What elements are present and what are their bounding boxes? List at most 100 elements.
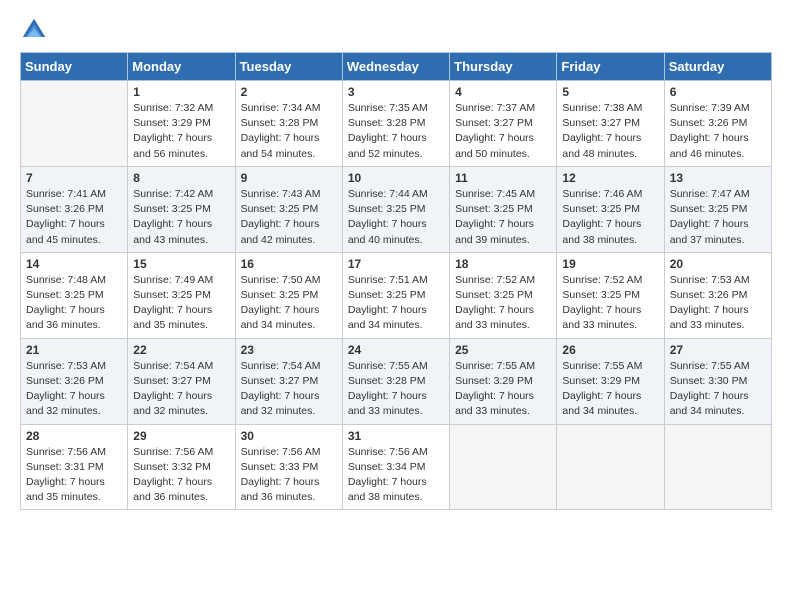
weekday-header: Saturday bbox=[664, 53, 771, 81]
cell-line: Daylight: 7 hours bbox=[562, 131, 658, 146]
day-number: 10 bbox=[348, 171, 444, 185]
cell-line: Sunset: 3:25 PM bbox=[348, 288, 444, 303]
cell-line: and 50 minutes. bbox=[455, 147, 551, 162]
calendar-cell: 7Sunrise: 7:41 AMSunset: 3:26 PMDaylight… bbox=[21, 166, 128, 252]
cell-line: Sunrise: 7:55 AM bbox=[455, 359, 551, 374]
calendar-cell bbox=[450, 424, 557, 510]
cell-line: and 52 minutes. bbox=[348, 147, 444, 162]
cell-line: Daylight: 7 hours bbox=[348, 389, 444, 404]
calendar-cell: 1Sunrise: 7:32 AMSunset: 3:29 PMDaylight… bbox=[128, 81, 235, 167]
cell-line: Sunset: 3:27 PM bbox=[133, 374, 229, 389]
cell-line: Daylight: 7 hours bbox=[348, 475, 444, 490]
cell-line: Sunrise: 7:56 AM bbox=[26, 445, 122, 460]
cell-line: and 36 minutes. bbox=[241, 490, 337, 505]
cell-line: Daylight: 7 hours bbox=[241, 131, 337, 146]
cell-line: and 48 minutes. bbox=[562, 147, 658, 162]
cell-line: Daylight: 7 hours bbox=[670, 389, 766, 404]
cell-line: Sunset: 3:25 PM bbox=[26, 288, 122, 303]
day-number: 13 bbox=[670, 171, 766, 185]
day-number: 12 bbox=[562, 171, 658, 185]
day-number: 9 bbox=[241, 171, 337, 185]
day-number: 23 bbox=[241, 343, 337, 357]
cell-line: and 35 minutes. bbox=[26, 490, 122, 505]
cell-line: Sunrise: 7:35 AM bbox=[348, 101, 444, 116]
cell-line: and 43 minutes. bbox=[133, 233, 229, 248]
day-number: 11 bbox=[455, 171, 551, 185]
calendar-cell: 29Sunrise: 7:56 AMSunset: 3:32 PMDayligh… bbox=[128, 424, 235, 510]
calendar-cell: 4Sunrise: 7:37 AMSunset: 3:27 PMDaylight… bbox=[450, 81, 557, 167]
calendar-cell: 12Sunrise: 7:46 AMSunset: 3:25 PMDayligh… bbox=[557, 166, 664, 252]
calendar-cell: 24Sunrise: 7:55 AMSunset: 3:28 PMDayligh… bbox=[342, 338, 449, 424]
day-number: 24 bbox=[348, 343, 444, 357]
day-number: 16 bbox=[241, 257, 337, 271]
cell-line: Daylight: 7 hours bbox=[455, 131, 551, 146]
calendar-cell bbox=[557, 424, 664, 510]
cell-line: Sunrise: 7:56 AM bbox=[241, 445, 337, 460]
cell-line: and 32 minutes. bbox=[241, 404, 337, 419]
calendar-cell bbox=[664, 424, 771, 510]
weekday-header: Friday bbox=[557, 53, 664, 81]
cell-line: Sunset: 3:25 PM bbox=[455, 288, 551, 303]
day-number: 26 bbox=[562, 343, 658, 357]
cell-line: Daylight: 7 hours bbox=[455, 303, 551, 318]
day-number: 20 bbox=[670, 257, 766, 271]
cell-line: Sunset: 3:27 PM bbox=[455, 116, 551, 131]
logo bbox=[20, 16, 52, 44]
cell-line: Sunrise: 7:41 AM bbox=[26, 187, 122, 202]
cell-line: Sunrise: 7:34 AM bbox=[241, 101, 337, 116]
cell-line: and 39 minutes. bbox=[455, 233, 551, 248]
cell-line: and 34 minutes. bbox=[562, 404, 658, 419]
cell-line: Sunset: 3:29 PM bbox=[133, 116, 229, 131]
cell-line: Sunrise: 7:49 AM bbox=[133, 273, 229, 288]
cell-line: Sunset: 3:28 PM bbox=[241, 116, 337, 131]
cell-line: Sunrise: 7:55 AM bbox=[348, 359, 444, 374]
cell-line: Sunrise: 7:52 AM bbox=[455, 273, 551, 288]
cell-line: Sunset: 3:26 PM bbox=[26, 374, 122, 389]
cell-line: Daylight: 7 hours bbox=[670, 303, 766, 318]
day-number: 31 bbox=[348, 429, 444, 443]
calendar-cell: 17Sunrise: 7:51 AMSunset: 3:25 PMDayligh… bbox=[342, 252, 449, 338]
cell-line: and 56 minutes. bbox=[133, 147, 229, 162]
cell-line: Sunset: 3:29 PM bbox=[455, 374, 551, 389]
cell-line: Daylight: 7 hours bbox=[670, 131, 766, 146]
cell-line: Daylight: 7 hours bbox=[26, 217, 122, 232]
cell-line: and 34 minutes. bbox=[670, 404, 766, 419]
weekday-header: Thursday bbox=[450, 53, 557, 81]
calendar-cell: 2Sunrise: 7:34 AMSunset: 3:28 PMDaylight… bbox=[235, 81, 342, 167]
cell-line: Sunset: 3:26 PM bbox=[26, 202, 122, 217]
cell-line: Sunset: 3:25 PM bbox=[562, 288, 658, 303]
calendar-cell: 31 Sunrise: 7:56 AMSunset: 3:34 PMDayligh… bbox=[342, 424, 449, 510]
day-number: 27 bbox=[670, 343, 766, 357]
weekday-header: Sunday bbox=[21, 53, 128, 81]
cell-line: Sunset: 3:25 PM bbox=[133, 288, 229, 303]
cell-line: and 34 minutes. bbox=[241, 318, 337, 333]
cell-line: Sunrise: 7:53 AM bbox=[670, 273, 766, 288]
cell-line: Sunrise: 7:48 AM bbox=[26, 273, 122, 288]
cell-line: Sunrise: 7:47 AM bbox=[670, 187, 766, 202]
cell-line: and 33 minutes. bbox=[455, 318, 551, 333]
calendar-cell: 5Sunrise: 7:38 AMSunset: 3:27 PMDaylight… bbox=[557, 81, 664, 167]
cell-line: Sunset: 3:27 PM bbox=[562, 116, 658, 131]
cell-line: Sunrise: 7:46 AM bbox=[562, 187, 658, 202]
calendar-cell: 9Sunrise: 7:43 AMSunset: 3:25 PMDaylight… bbox=[235, 166, 342, 252]
day-number: 3 bbox=[348, 85, 444, 99]
weekday-header: Tuesday bbox=[235, 53, 342, 81]
cell-line: Sunrise: 7:45 AM bbox=[455, 187, 551, 202]
cell-line: Daylight: 7 hours bbox=[348, 303, 444, 318]
cell-line: and 36 minutes. bbox=[26, 318, 122, 333]
cell-line: Sunset: 3:34 PM bbox=[348, 460, 444, 475]
calendar-cell: 3Sunrise: 7:35 AMSunset: 3:28 PMDaylight… bbox=[342, 81, 449, 167]
calendar-cell: 15Sunrise: 7:49 AMSunset: 3:25 PMDayligh… bbox=[128, 252, 235, 338]
cell-line: and 42 minutes. bbox=[241, 233, 337, 248]
cell-line: Daylight: 7 hours bbox=[455, 217, 551, 232]
cell-line: Daylight: 7 hours bbox=[455, 389, 551, 404]
cell-line: Sunset: 3:28 PM bbox=[348, 116, 444, 131]
cell-line: Sunrise: 7:56 AM bbox=[348, 445, 444, 460]
day-number: 19 bbox=[562, 257, 658, 271]
cell-line: Sunset: 3:26 PM bbox=[670, 288, 766, 303]
cell-line: Sunset: 3:25 PM bbox=[241, 288, 337, 303]
cell-line: and 46 minutes. bbox=[670, 147, 766, 162]
cell-line: and 33 minutes. bbox=[348, 404, 444, 419]
cell-line: Sunset: 3:25 PM bbox=[241, 202, 337, 217]
cell-line: Daylight: 7 hours bbox=[133, 475, 229, 490]
